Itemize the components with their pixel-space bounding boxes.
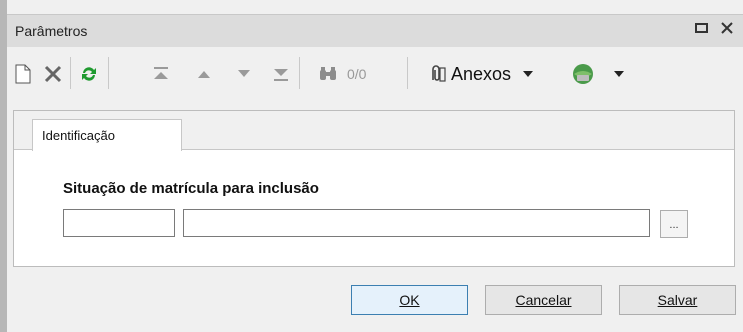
parametros-window: Parâmetros 0/0 Anexos Identificação Situ… [0, 0, 743, 332]
close-icon[interactable] [718, 21, 736, 39]
situacao-code-input[interactable] [63, 209, 175, 237]
refresh-icon[interactable] [75, 61, 103, 87]
globe-menu-chevron-down-icon[interactable] [611, 61, 627, 87]
delete-x-icon[interactable] [40, 61, 66, 87]
tab-strip: Identificação [14, 111, 734, 151]
maximize-icon[interactable] [693, 21, 711, 39]
toolbar-separator [299, 57, 300, 89]
situacao-matricula-label: Situação de matrícula para inclusão [63, 180, 319, 197]
toolbar-separator [108, 57, 109, 89]
tab-identificacao[interactable]: Identificação [32, 119, 182, 151]
last-record-icon[interactable] [270, 61, 292, 87]
window-title: Parâmetros [15, 23, 88, 39]
first-record-icon[interactable] [150, 61, 172, 87]
paperclip-icon [427, 64, 447, 84]
situacao-description-input[interactable] [183, 209, 650, 237]
previous-record-icon[interactable] [193, 61, 215, 87]
anexos-button[interactable]: Anexos [427, 61, 534, 87]
chevron-down-icon[interactable] [523, 71, 534, 77]
cancel-button[interactable]: Cancelar [485, 285, 602, 315]
lookup-button[interactable]: ... [660, 210, 688, 238]
title-bar: Parâmetros [7, 14, 743, 47]
form-panel: Identificação Situação de matrícula para… [13, 110, 735, 267]
next-record-icon[interactable] [233, 61, 255, 87]
window-left-border [0, 0, 7, 332]
toolbar-separator [70, 57, 71, 89]
globe-icon[interactable] [569, 61, 597, 87]
ok-button[interactable]: OK [351, 285, 468, 315]
toolbar-separator [407, 57, 408, 89]
toolbar: 0/0 Anexos [7, 47, 743, 101]
anexos-label: Anexos [451, 63, 512, 84]
save-button[interactable]: Salvar [619, 285, 736, 315]
tab-label: Identificação [42, 128, 115, 143]
binoculars-icon[interactable] [315, 61, 341, 87]
record-counter: 0/0 [347, 66, 367, 82]
new-document-icon[interactable] [11, 61, 35, 87]
